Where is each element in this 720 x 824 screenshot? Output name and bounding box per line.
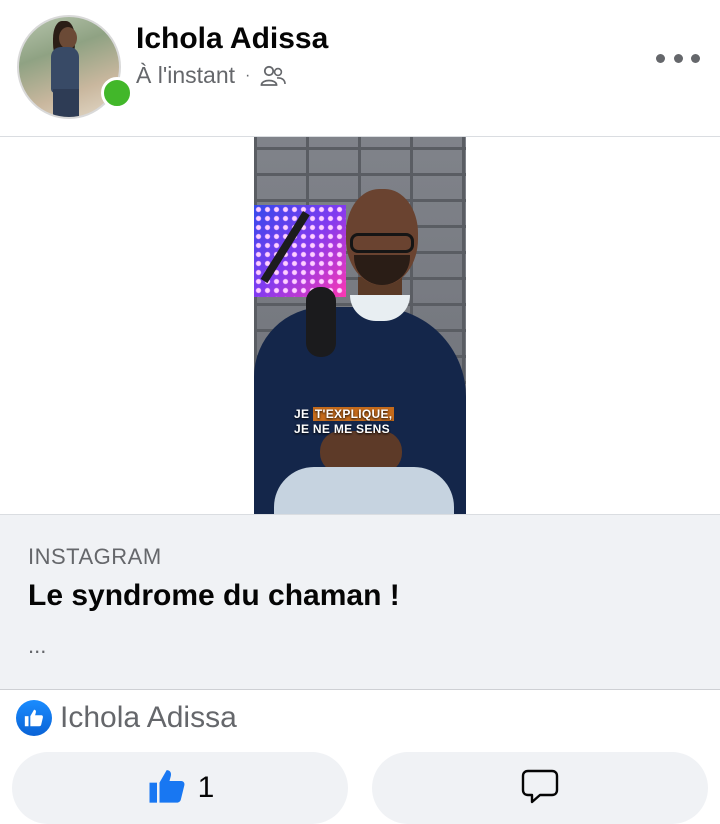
link-description: ...: [28, 633, 47, 658]
reactions-summary[interactable]: Ichola Adissa: [16, 700, 237, 736]
comment-button[interactable]: [372, 752, 708, 824]
like-count: 1: [197, 771, 215, 804]
link-source: INSTAGRAM: [28, 544, 162, 569]
like-button[interactable]: 1: [12, 752, 348, 824]
post-header: Ichola Adissa À l'instant ·: [0, 0, 720, 136]
post-timestamp[interactable]: À l'instant: [136, 62, 235, 89]
thumbs-up-icon: [146, 766, 188, 811]
comment-bubble-icon: [520, 766, 560, 811]
meta-separator: ·: [245, 66, 251, 84]
like-reaction-icon: [16, 700, 52, 736]
video-caption: JE T'EXPLIQUE, JE NE ME SENS: [294, 407, 395, 436]
friends-icon[interactable]: [260, 65, 287, 87]
reactions-divider: [0, 689, 720, 690]
post-meta: À l'instant ·: [136, 62, 287, 89]
link-title: Le syndrome du chaman !: [28, 579, 400, 612]
link-preview-card[interactable]: INSTAGRAM Le syndrome du chaman ! ...: [0, 515, 720, 689]
post-video-thumbnail[interactable]: JE T'EXPLIQUE, JE NE ME SENS: [254, 137, 466, 514]
author-name[interactable]: Ichola Adissa: [136, 22, 328, 56]
online-status-indicator: [101, 77, 133, 109]
more-dots-icon[interactable]: [656, 46, 700, 70]
author-avatar[interactable]: [17, 15, 133, 119]
reactor-name: Ichola Adissa: [60, 701, 237, 734]
